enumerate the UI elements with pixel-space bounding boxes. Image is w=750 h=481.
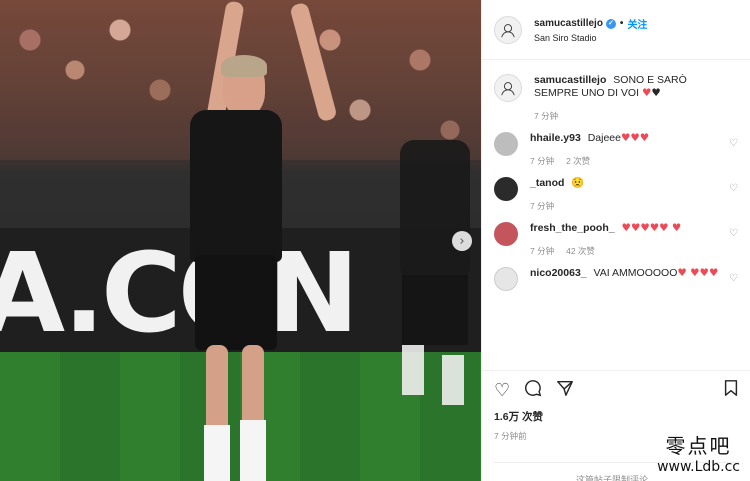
author-username[interactable]: samucastillejo [534, 18, 603, 29]
red-heart-emoji: ♥ [641, 87, 652, 99]
chevron-right-icon[interactable]: › [452, 231, 472, 251]
board-text: A.CON [0, 229, 359, 357]
caption: samucastillejo SONO E SARÒ SEMPRE UNO DI… [494, 74, 738, 122]
site-watermark: 零点吧 www.Ldb.cc [657, 430, 740, 475]
watermark-cn: 零点吧 [665, 434, 732, 458]
like-comment-heart-icon[interactable]: ♡ [729, 273, 738, 284]
comment-username[interactable]: _tanod [530, 177, 564, 189]
black-heart-emoji: ♥ [651, 87, 661, 99]
caption-time: 7 分钟 [534, 111, 559, 121]
separator-dot: • [619, 18, 624, 29]
comment-username[interactable]: hhaile.y93 [530, 132, 581, 144]
bookmark-icon[interactable] [723, 379, 739, 402]
commenter-avatar[interactable] [494, 177, 518, 201]
commenter-avatar[interactable] [494, 222, 518, 246]
like-comment-heart-icon[interactable]: ♡ [729, 138, 738, 149]
comment-time: 7 分钟 [530, 246, 555, 256]
like-count[interactable]: 1.6万 次赞 [494, 409, 739, 424]
avatar-sketch-icon [501, 82, 515, 96]
comment-item: _tanod 😟 7 分钟 ♡ [494, 177, 738, 212]
watermark-url: www.Ldb.cc [657, 459, 740, 475]
post-side-panel: samucastillejo ✓ • 关注 San Siro Stadio sa… [481, 0, 750, 481]
comment-time: 7 分钟 [530, 156, 555, 166]
like-heart-icon[interactable]: ♡ [494, 380, 510, 401]
commenter-avatar[interactable] [494, 132, 518, 156]
verified-badge-icon: ✓ [605, 18, 616, 29]
follow-button[interactable]: 关注 [627, 16, 647, 31]
avatar-sketch-icon [501, 23, 515, 37]
comment-item: hhaile.y93 Dajeee♥♥♥ 7 分钟 2 次赞 ♡ [494, 132, 738, 167]
author-avatar[interactable] [494, 15, 522, 44]
background-player [380, 100, 480, 481]
comment-bubble-icon[interactable] [524, 379, 542, 402]
comments-list[interactable]: samucastillejo SONO E SARÒ SEMPRE UNO DI… [482, 60, 750, 365]
comment-text: VAI AMMOOOOO [593, 267, 678, 279]
caption-username[interactable]: samucastillejo [534, 74, 606, 86]
post-header: samucastillejo ✓ • 关注 San Siro Stadio [482, 0, 750, 60]
comment-emoji: ♥♥♥ [620, 132, 650, 144]
comment-item: nico20063_ VAI AMMOOOOO♥ ♥♥♥ ♡ [494, 267, 738, 291]
like-comment-heart-icon[interactable]: ♡ [729, 183, 738, 194]
comment-username[interactable]: nico20063_ [530, 267, 587, 279]
share-plane-icon[interactable] [556, 379, 574, 402]
post-location[interactable]: San Siro Stadio [534, 33, 647, 43]
comment-item: fresh_the_pooh_ ♥♥♥♥♥ ♥ 7 分钟 42 次赞 ♡ [494, 222, 738, 257]
comment-text: Dajeee [587, 132, 621, 144]
caption-avatar[interactable] [494, 74, 522, 102]
comment-likes[interactable]: 2 次赞 [566, 155, 590, 167]
like-comment-heart-icon[interactable]: ♡ [729, 228, 738, 239]
comment-emoji: ♥ ♥♥♥ [677, 267, 719, 279]
comment-username[interactable]: fresh_the_pooh_ [530, 222, 615, 234]
post-photo[interactable]: A.CON › [0, 0, 481, 481]
commenter-avatar[interactable] [494, 267, 518, 291]
main-player [180, 0, 338, 481]
comment-emoji: 😟 [571, 177, 585, 189]
comment-emoji: ♥♥♥♥♥ ♥ [621, 222, 682, 234]
comment-likes[interactable]: 42 次赞 [566, 245, 595, 257]
comment-time: 7 分钟 [530, 201, 555, 211]
